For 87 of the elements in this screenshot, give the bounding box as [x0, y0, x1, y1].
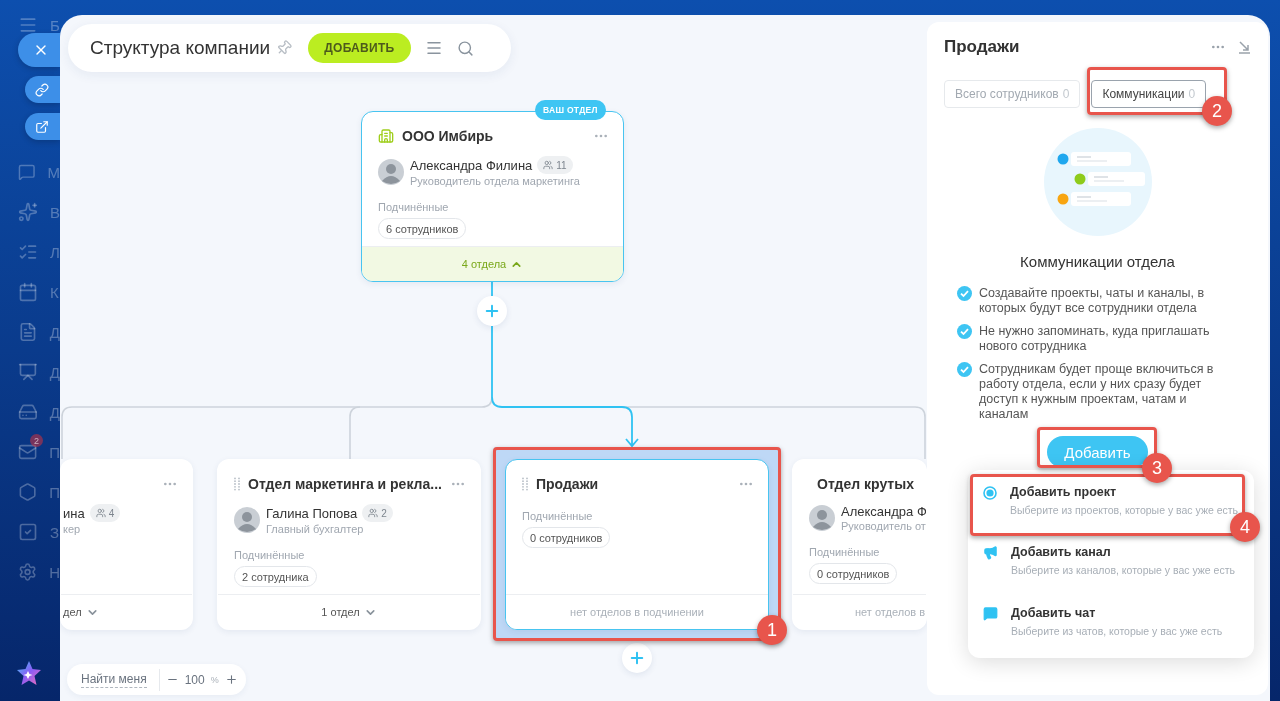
sub-departments-text: нет отделов в	[855, 606, 926, 618]
hexagon-icon[interactable]	[18, 482, 38, 502]
menu-item-description: Выберите из чатов, которые у вас уже есть	[1011, 624, 1224, 638]
add-button[interactable]: ДОБАВИТЬ	[308, 33, 411, 63]
tab[interactable]: Коммуникации 0	[1091, 80, 1207, 108]
drive-icon[interactable]	[18, 402, 38, 422]
employee-count: 4	[89, 504, 121, 522]
page-title: Структура компании	[90, 37, 271, 59]
mail-icon[interactable]	[18, 442, 38, 462]
head-name: ина	[63, 505, 85, 521]
department-card[interactable]: Продажи Подчинённые 0 сотрудников нет отделов в подчинении	[505, 459, 769, 630]
subordinates-label: Подчинённые	[809, 546, 881, 558]
panel-title: Продажи	[944, 37, 1021, 57]
department-title: Отдел крутых	[817, 476, 914, 492]
add-department-button[interactable]	[477, 296, 507, 326]
collapse-icon[interactable]	[1238, 40, 1251, 54]
board-icon[interactable]	[18, 362, 38, 382]
calendar-icon[interactable]	[18, 282, 38, 302]
zoom-in-button[interactable]	[224, 673, 238, 686]
head-position: Главный бухгалтер	[266, 523, 365, 535]
settings-icon[interactable]	[18, 562, 38, 582]
check-icon	[957, 286, 972, 301]
head-position: кер	[63, 523, 82, 535]
menu-icon[interactable]	[424, 39, 443, 57]
list-icon[interactable]	[18, 242, 38, 262]
people-icon	[95, 508, 106, 518]
checkbox-icon[interactable]	[18, 522, 38, 542]
add-department-button[interactable]	[622, 643, 652, 673]
sub-departments-text: нет отделов в подчинении	[570, 606, 704, 618]
external-link-icon	[35, 119, 49, 134]
department-card[interactable]: Отдел крутых Александра Ф Руководитель от Подчинённые 0 сотрудников нет отделов в	[792, 459, 927, 630]
plus-icon	[224, 673, 238, 686]
menu-icon[interactable]	[18, 15, 38, 35]
avatar-icon	[234, 506, 260, 533]
menu-item-title[interactable]: Добавить канал	[1011, 545, 1242, 560]
section-heading: Коммуникации отдела	[1020, 253, 1175, 270]
menu-item-description: Выберите из каналов, которые у вас уже есть	[1011, 564, 1236, 578]
sub-departments-text[interactable]: дел	[63, 606, 82, 618]
check-icon	[957, 362, 972, 377]
chat-icon	[983, 605, 998, 621]
drag-handle-icon[interactable]	[522, 477, 528, 491]
plus-icon	[483, 302, 501, 320]
link-icon	[35, 82, 49, 97]
document-icon[interactable]	[18, 322, 38, 342]
department-title: ООО Имбирь	[402, 128, 495, 144]
zoom-unit: %	[210, 674, 219, 685]
department-title: Отдел маркетинга и рекла...	[248, 476, 442, 492]
check-icon	[957, 324, 972, 339]
avatar-icon	[809, 505, 835, 531]
people-icon	[368, 508, 379, 518]
open-external-button[interactable]	[25, 113, 60, 140]
head-position: Руководитель отдела маркетинга	[410, 175, 580, 187]
employee-count: 2	[362, 504, 393, 522]
avatar-icon	[378, 158, 404, 185]
subordinates-label: Подчинённые	[234, 549, 306, 561]
benefit-text: Сотрудникам будет проще включиться в работу отдела, если у них сразу будет доступ к нужным проектам, чатам и каналам	[979, 362, 1215, 422]
head-name: Александра Ф	[841, 504, 926, 519]
benefit-text: Не нужно запоминать, куда приглашать нового сотрудника	[979, 324, 1211, 354]
megaphone-icon	[983, 545, 998, 561]
your-department-badge: ВАШ ОТДЕЛ	[535, 100, 606, 120]
department-title: Продажи	[536, 476, 600, 492]
menu-item-title[interactable]: Добавить проект	[1010, 485, 1242, 499]
building-icon	[378, 128, 394, 144]
sub-departments-text[interactable]: 1 отдел	[321, 606, 360, 618]
department-card[interactable]: Отдел маркетинга и рекла... Галина Попова 2 Главный бухгалтер Подчинённые 2 сотрудника 1 отдел	[217, 459, 481, 630]
sparkle-icon[interactable]	[18, 202, 38, 222]
department-card[interactable]: ина 4 кер дел	[60, 459, 193, 630]
subordinates-label: Подчинённые	[378, 201, 450, 213]
employee-count: 11	[537, 156, 573, 174]
drag-handle-icon[interactable]	[234, 477, 240, 491]
link-button[interactable]	[25, 76, 60, 103]
people-icon	[543, 160, 554, 170]
project-icon	[983, 486, 997, 500]
zoom-value: 100	[184, 672, 205, 687]
head-position: Руководитель от	[841, 520, 926, 532]
head-name: Галина Попова	[266, 505, 358, 521]
benefit-text: Создавайте проекты, чаты и каналы, в которых будут все сотрудники отдела	[979, 286, 1206, 316]
plus-icon	[628, 649, 646, 667]
head-name: Александра Филина	[410, 157, 533, 173]
subordinates-label: Подчинённые	[522, 510, 594, 522]
star-logo-icon[interactable]	[15, 659, 43, 687]
chat-icon[interactable]	[18, 162, 36, 182]
close-button[interactable]	[18, 33, 60, 67]
notification-badge: 2	[30, 434, 43, 447]
search-icon[interactable]	[456, 39, 474, 57]
find-me-link[interactable]: Найти меня	[81, 671, 147, 688]
menu-item-title[interactable]: Добавить чат	[1011, 605, 1242, 620]
